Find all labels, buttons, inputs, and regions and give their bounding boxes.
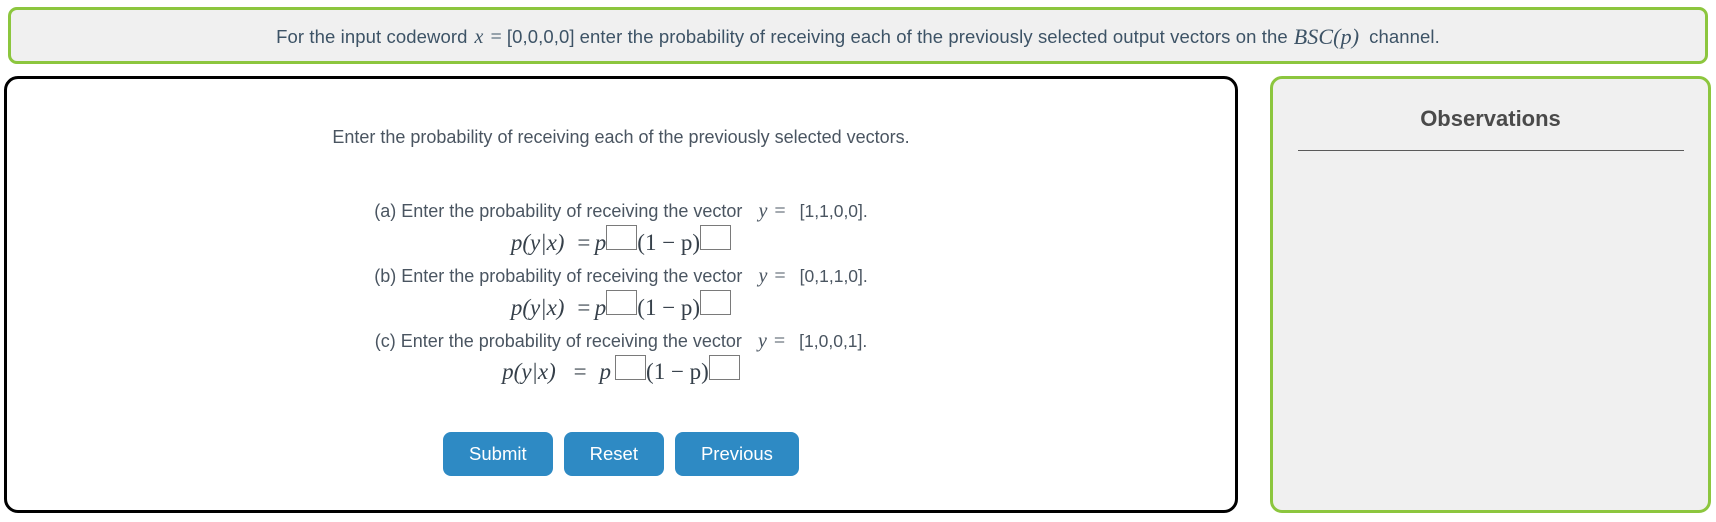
reset-button[interactable]: Reset [563,432,664,476]
question-item: (b) Enter the probability of receiving t… [7,263,1235,326]
question-vector: [0,1,1,0]. [799,266,868,286]
action-button-row: Submit Reset Previous [7,432,1235,476]
question-item: (a) Enter the probability of receiving t… [7,198,1235,261]
formula-factor: (1 − p) [646,359,709,384]
question-vector: [1,0,0,1]. [799,331,868,351]
question-label: (c) Enter the probability of receiving t… [374,331,742,351]
exponent-input-1mp-a[interactable] [700,225,732,250]
formula-base-p: p [594,295,607,320]
exponent-input-p-a[interactable] [606,225,638,250]
question-label: (b) Enter the probability of receiving t… [374,266,743,286]
prompt-tail: channel. [1369,25,1440,47]
questions-list: (a) Enter the probability of receiving t… [7,198,1235,390]
formula-factor: (1 − p) [637,230,701,255]
question-variable-y: y [757,330,767,352]
question-equals: = [774,265,786,287]
formula-lhs: p(y|x) [510,295,565,320]
question-vector: [1,1,0,0]. [799,201,868,221]
observations-panel: Observations [1270,76,1711,513]
question-item: (c) Enter the probability of receiving t… [7,328,1235,390]
exponent-input-p-b[interactable] [606,290,638,315]
question-prompt: (c) Enter the probability of receiving t… [7,328,1235,354]
formula-base-p: p [599,359,612,384]
formula-row: p(y|x) = p (1 − p) [7,355,1235,390]
formula-lhs: p(y|x) [502,359,556,384]
formula-equals: = [577,230,591,255]
prompt-variable-x: x [474,25,484,48]
prompt-codeword: [0,0,0,0] [506,25,575,47]
exponent-input-p-c[interactable] [615,355,647,380]
submit-button[interactable]: Submit [443,432,553,476]
exponent-input-1mp-b[interactable] [700,290,732,315]
question-variable-y: y [758,265,768,287]
formula-row: p(y|x) = p (1 − p) [7,290,1235,326]
formula-lhs: p(y|x) [510,230,565,255]
prompt-lead: For the input codeword [276,25,468,47]
exercise-instruction: Enter the probability of receiving each … [332,127,910,147]
question-equals: = [773,330,786,352]
exponent-input-1mp-c[interactable] [708,355,740,380]
prompt-equals: = [490,25,502,48]
formula-base-p: p [594,230,607,255]
question-label: (a) Enter the probability of receiving t… [374,201,743,221]
question-prompt: (b) Enter the probability of receiving t… [7,263,1235,289]
formula-row: p(y|x) = p (1 − p) [7,225,1235,261]
previous-button[interactable]: Previous [674,432,799,476]
exercise-card: Enter the probability of receiving each … [4,76,1238,513]
exercise-page: For the input codeword x = [0,0,0,0] ent… [0,0,1716,522]
prompt-middle: enter the probability of receiving each … [579,25,1288,47]
prompt-banner: For the input codeword x = [0,0,0,0] ent… [8,7,1708,64]
prompt-text: For the input codeword x = [0,0,0,0] ent… [276,23,1440,49]
formula-equals: = [573,359,587,384]
observations-title: Observations [1420,106,1561,131]
question-prompt: (a) Enter the probability of receiving t… [7,198,1235,224]
formula-equals: = [577,295,591,320]
prompt-channel-math: BSC(p) [1293,23,1360,49]
observations-content [1273,151,1708,481]
question-variable-y: y [758,200,768,222]
question-equals: = [774,200,786,222]
formula-factor: (1 − p) [637,295,701,320]
